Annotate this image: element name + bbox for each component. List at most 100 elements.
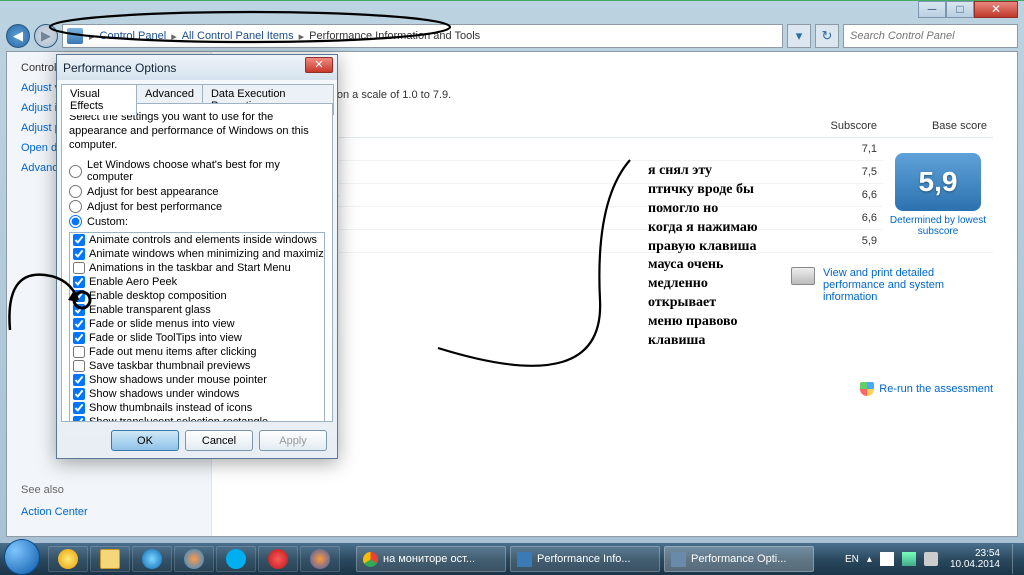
taskbar-pin-firefox[interactable] [300,546,340,572]
radio-row[interactable]: Adjust for best performance [69,200,325,213]
option-item[interactable]: Animate controls and elements inside win… [70,233,324,247]
search-input[interactable] [843,24,1018,48]
taskbar-task-perfoptions[interactable]: Performance Opti... [664,546,814,572]
option-item[interactable]: Show shadows under mouse pointer [70,373,324,387]
option-label: Show translucent selection rectangle [89,415,268,422]
option-item[interactable]: Save taskbar thumbnail previews [70,359,324,373]
taskbar-pin-ie[interactable] [132,546,172,572]
option-label: Animate windows when minimizing and maxi… [89,247,325,261]
taskbar[interactable]: на мониторе ост... Performance Info... P… [0,543,1024,575]
option-label: Animate controls and elements inside win… [89,233,317,247]
option-checkbox[interactable] [73,374,85,386]
minimize-button[interactable]: ─ [918,1,946,18]
back-button[interactable]: ◀ [6,24,30,48]
option-checkbox[interactable] [73,332,85,344]
taskbar-pin-skype[interactable] [216,546,256,572]
show-desktop-button[interactable] [1012,544,1020,574]
option-label: Show thumbnails instead of icons [89,401,252,415]
address-dropdown-button[interactable]: ▾ [787,24,811,48]
refresh-button[interactable]: ↻ [815,24,839,48]
control-panel-icon [67,28,83,44]
taskbar-pin-explorer[interactable] [90,546,130,572]
row-subscore: 5,9 [803,230,883,253]
option-label: Save taskbar thumbnail previews [89,359,250,373]
performance-options-dialog: Performance Options ✕ Visual EffectsAdva… [56,54,338,459]
option-item[interactable]: Show translucent selection rectangle [70,415,324,422]
radio-input[interactable] [69,215,82,228]
radio-row[interactable]: Custom: [69,215,325,228]
tray-clock[interactable]: 23:54 10.04.2014 [946,548,1004,570]
taskbar-pin-wmp[interactable] [174,546,214,572]
option-checkbox[interactable] [73,290,85,302]
taskbar-task-label: Performance Info... [537,553,631,565]
dialog-tab-body: Select the settings you want to use for … [61,103,333,422]
option-checkbox[interactable] [73,402,85,414]
annotation-russian-text: я снял этуптичку вроде быпомогло нокогда… [648,162,758,351]
radio-input[interactable] [69,165,82,178]
start-button[interactable] [4,539,40,575]
base-score-badge: 5,9 [895,153,981,211]
ok-button[interactable]: OK [111,430,179,451]
cancel-button[interactable]: Cancel [185,430,253,451]
tray-network-icon[interactable] [902,552,916,566]
option-checkbox[interactable] [73,276,85,288]
dialog-close-button[interactable]: ✕ [305,57,333,73]
option-item[interactable]: Fade or slide menus into view [70,317,324,331]
table-row: mance for Windows6,6 [236,184,993,207]
breadcrumb-current[interactable]: Performance Information and Tools [306,30,483,42]
option-checkbox[interactable] [73,388,85,400]
sidebar-action-center[interactable]: Action Center [21,506,88,518]
taskbar-pin-aimp[interactable] [48,546,88,572]
radio-input[interactable] [69,200,82,213]
rerun-assessment-link[interactable]: Re-run the assessment [860,382,993,396]
tray-flag-icon[interactable] [880,552,894,566]
perfinfo-icon [517,552,532,567]
maximize-button[interactable]: □ [946,1,974,18]
option-checkbox[interactable] [73,416,85,422]
option-item[interactable]: Animate windows when minimizing and maxi… [70,247,324,261]
tray-volume-icon[interactable] [924,552,938,566]
system-tray[interactable]: EN ▴ 23:54 10.04.2014 [845,544,1020,574]
forward-button[interactable]: ▶ [34,24,58,48]
taskbar-task-perfinfo[interactable]: Performance Info... [510,546,660,572]
option-checkbox[interactable] [73,234,85,246]
address-bar[interactable]: ▸ Control Panel ▸ All Control Panel Item… [62,24,783,48]
option-item[interactable]: Enable transparent glass [70,303,324,317]
breadcrumb-control-panel[interactable]: Control Panel [97,30,170,42]
breadcrumb-separator: ▸ [297,30,307,43]
close-button[interactable]: ✕ [974,1,1018,18]
option-item[interactable]: Fade or slide ToolTips into view [70,331,324,345]
option-item[interactable]: Fade out menu items after clicking [70,345,324,359]
option-item[interactable]: Show shadows under windows [70,387,324,401]
option-checkbox[interactable] [73,360,85,372]
dialog-title-text: Performance Options [63,61,176,75]
option-checkbox[interactable] [73,304,85,316]
taskbar-pin-opera[interactable] [258,546,298,572]
tray-show-hidden-icon[interactable]: ▴ [867,554,872,565]
breadcrumb-all-items[interactable]: All Control Panel Items [179,30,297,42]
taskbar-task-label: Performance Opti... [691,553,786,565]
tray-language[interactable]: EN [845,554,859,565]
dialog-title-bar[interactable]: Performance Options ✕ [57,55,337,80]
dialog-intro-text: Select the settings you want to use for … [69,111,325,152]
radio-input[interactable] [69,185,82,198]
option-item[interactable]: Enable desktop composition [70,289,324,303]
radio-label: Let Windows choose what's best for my co… [87,159,325,183]
apply-button[interactable]: Apply [259,430,327,451]
option-item[interactable]: Show thumbnails instead of icons [70,401,324,415]
taskbar-task-chrome[interactable]: на мониторе ост... [356,546,506,572]
option-checkbox[interactable] [73,346,85,358]
link-ftware[interactable]: ftware [236,317,993,329]
option-checkbox[interactable] [73,318,85,330]
options-list[interactable]: Animate controls and elements inside win… [69,232,325,422]
radio-row[interactable]: Adjust for best appearance [69,185,325,198]
option-checkbox[interactable] [73,262,85,274]
option-checkbox[interactable] [73,248,85,260]
tab-visual-effects[interactable]: Visual Effects [61,84,137,115]
option-item[interactable]: Enable Aero Peek [70,275,324,289]
print-link-block[interactable]: View and print detailed performance and … [791,267,993,303]
radio-row[interactable]: Let Windows choose what's best for my co… [69,159,325,183]
chrome-icon [363,552,378,567]
option-item[interactable]: Animations in the taskbar and Start Menu [70,261,324,275]
radio-label: Adjust for best appearance [87,186,218,198]
